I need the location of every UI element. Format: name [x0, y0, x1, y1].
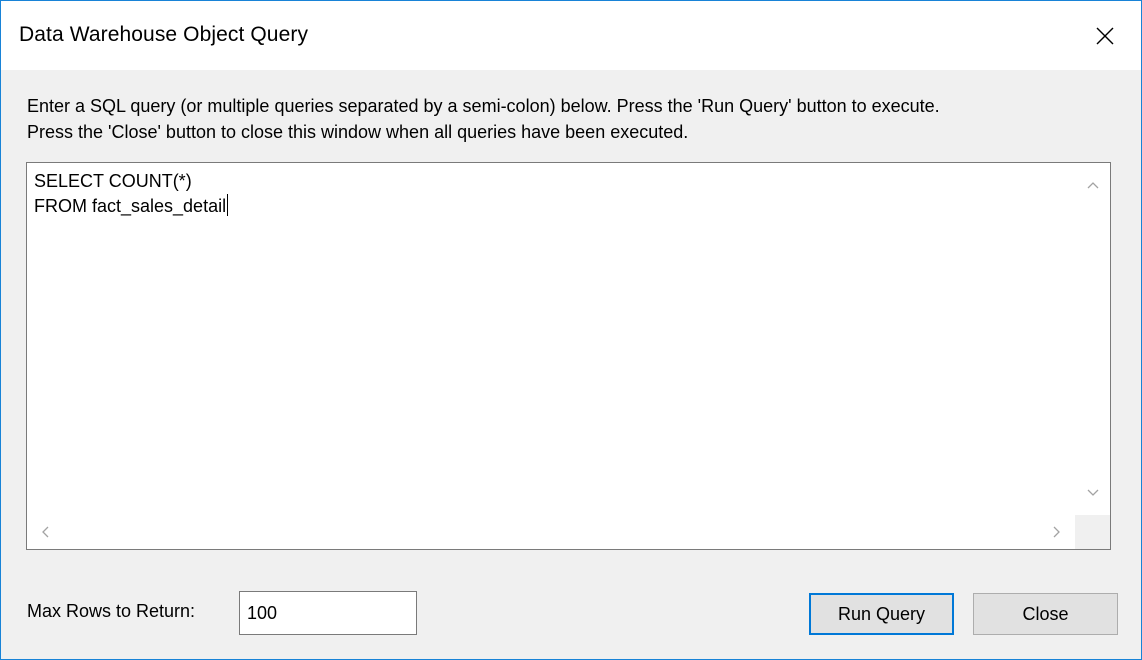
chevron-up-icon[interactable]: [1085, 177, 1101, 193]
window-title: Data Warehouse Object Query: [19, 23, 309, 46]
sql-query-text[interactable]: SELECT COUNT(*) FROM fact_sales_detail: [34, 169, 229, 219]
close-icon: [1096, 27, 1114, 44]
instructions: Enter a SQL query (or multiple queries s…: [27, 93, 1127, 145]
chevron-left-icon[interactable]: [37, 524, 53, 540]
query-dialog: Data Warehouse Object Query Enter a SQL …: [0, 0, 1142, 660]
max-rows-label: Max Rows to Return:: [27, 601, 196, 621]
sql-line-2: FROM fact_sales_detail: [34, 194, 229, 219]
vertical-scrollbar[interactable]: [1075, 163, 1110, 515]
close-window-button[interactable]: [1069, 1, 1141, 70]
horizontal-scrollbar[interactable]: [27, 515, 1075, 549]
instructions-line-1: Enter a SQL query (or multiple queries s…: [27, 96, 940, 116]
title-bar[interactable]: Data Warehouse Object Query: [1, 1, 1141, 70]
sql-line-2-text: FROM fact_sales_detail: [34, 196, 227, 216]
instructions-line-2: Press the 'Close' button to close this w…: [27, 122, 689, 142]
chevron-right-icon[interactable]: [1049, 524, 1065, 540]
sql-query-editor[interactable]: SELECT COUNT(*) FROM fact_sales_detail: [26, 162, 1111, 550]
max-rows-input[interactable]: [239, 591, 417, 635]
text-caret: [227, 194, 229, 216]
chevron-down-icon[interactable]: [1085, 485, 1101, 501]
close-button[interactable]: Close: [973, 593, 1118, 635]
run-query-button[interactable]: Run Query: [809, 593, 954, 635]
scrollbar-corner: [1075, 515, 1110, 549]
sql-line-1: SELECT COUNT(*): [34, 171, 192, 191]
